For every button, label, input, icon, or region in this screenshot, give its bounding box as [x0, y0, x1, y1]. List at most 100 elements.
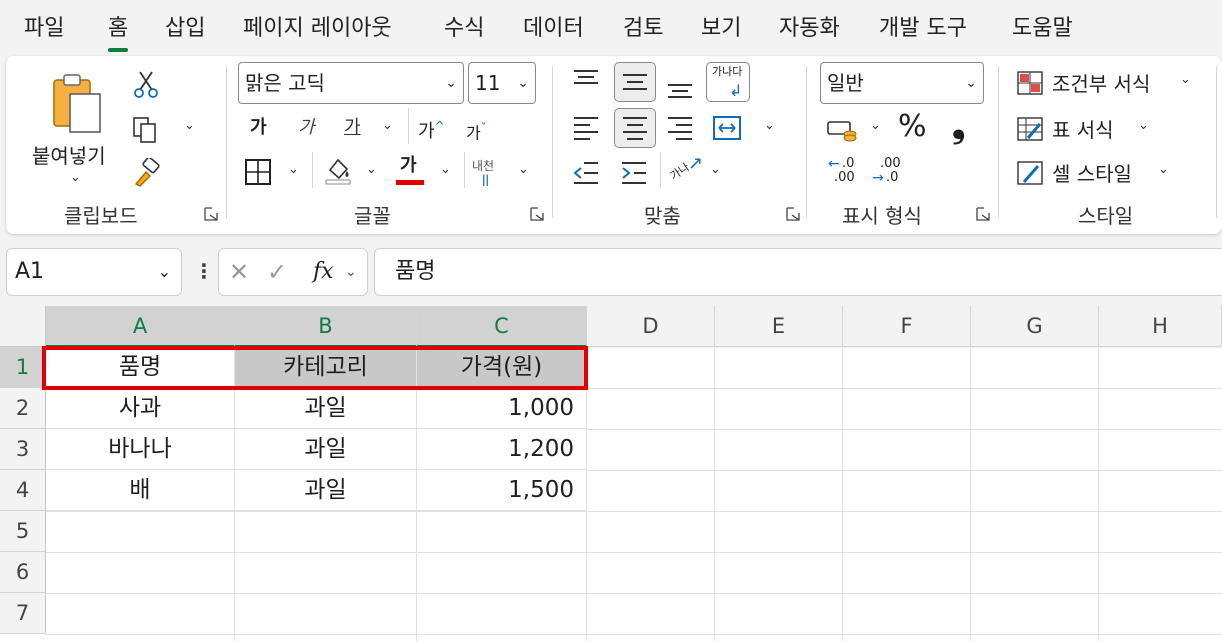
tab-view[interactable]: 보기 [701, 14, 741, 44]
accounting-format-icon[interactable] [826, 116, 858, 144]
paste-button[interactable]: 붙여넣기 ⌄ [30, 68, 124, 188]
font-name-select[interactable]: 맑은 고딕 ⌄ [238, 62, 464, 104]
merge-center-icon[interactable] [712, 114, 742, 142]
enter-icon[interactable]: ✓ [267, 249, 287, 295]
tab-page-layout[interactable]: 페이지 레이아웃 [243, 14, 392, 44]
cell-styles-button[interactable]: 셀 스타일 ⌄ [1016, 158, 1206, 188]
number-launcher-icon[interactable] [976, 207, 990, 221]
phonetic-chevron-icon[interactable]: ⌄ [518, 162, 529, 177]
row-header-1[interactable]: 1 [0, 347, 46, 388]
chevron-down-icon[interactable]: ⌄ [158, 249, 171, 295]
cell-c1[interactable]: 가격(원) [417, 347, 587, 388]
column-header-f[interactable]: F [843, 306, 971, 347]
borders-icon[interactable] [244, 158, 272, 186]
row-header-6[interactable]: 6 [0, 552, 46, 593]
chevron-down-icon[interactable]: ⌄ [345, 249, 357, 295]
underline-chevron-icon[interactable]: ⌄ [382, 118, 393, 133]
orientation-chevron-icon[interactable]: ⌄ [710, 162, 721, 177]
percent-button[interactable]: % [898, 110, 927, 144]
align-center-button[interactable] [614, 108, 656, 148]
formula-input[interactable]: 품명 [374, 248, 1222, 296]
select-all-corner[interactable] [0, 306, 46, 347]
accounting-chevron-icon[interactable]: ⌄ [870, 118, 881, 133]
copy-chevron-icon[interactable]: ⌄ [184, 118, 195, 133]
clipboard-launcher-icon[interactable] [204, 207, 218, 221]
conditional-formatting-button[interactable]: 조건부 서식 ⌄ [1016, 68, 1206, 98]
font-group-label: 글꼴 [354, 204, 391, 228]
insert-function-icon[interactable]: fx [313, 249, 334, 295]
font-color-chevron-icon[interactable]: ⌄ [440, 162, 451, 177]
wrap-text-button[interactable]: 가나다 ↲ [706, 62, 750, 102]
cell-b1[interactable]: 카테고리 [235, 347, 417, 388]
column-header-e[interactable]: E [715, 306, 843, 347]
tab-automate[interactable]: 자동화 [779, 14, 840, 44]
cell-c2[interactable]: 1,000 [417, 388, 587, 429]
increase-indent-icon[interactable] [620, 160, 648, 186]
cell-a2[interactable]: 사과 [46, 388, 235, 429]
decrease-decimal-button[interactable]: .00 → .0 [872, 156, 906, 190]
comma-button[interactable]: ❟ [952, 106, 965, 146]
cell-a1[interactable]: 품명 [46, 347, 235, 388]
font-size-select[interactable]: 11 ⌄ [468, 62, 536, 104]
chevron-down-icon[interactable]: ⌄ [70, 170, 81, 185]
column-header-b[interactable]: B [235, 306, 417, 347]
tab-home[interactable]: 홈 [108, 14, 129, 52]
shrink-font-button[interactable]: 가ˇ [466, 116, 487, 145]
font-name-value: 맑은 고딕 [245, 71, 325, 95]
number-format-select[interactable]: 일반 ⌄ [820, 62, 984, 104]
align-middle-button[interactable] [614, 62, 656, 102]
conditional-formatting-label: 조건부 서식 [1052, 72, 1151, 96]
align-top-icon[interactable] [572, 68, 600, 92]
tab-data[interactable]: 데이터 [523, 14, 584, 44]
font-color-button[interactable]: 가 [400, 154, 417, 178]
cell-b4[interactable]: 과일 [235, 470, 417, 511]
grow-font-button[interactable]: 가^ [418, 114, 445, 144]
increase-decimal-button[interactable]: ← .0 .00 [828, 156, 858, 190]
copy-icon[interactable] [132, 116, 158, 144]
format-painter-icon[interactable] [132, 158, 162, 188]
cell-a3[interactable]: 바나나 [46, 429, 235, 470]
underline-button[interactable]: 가 [344, 116, 361, 140]
align-left-icon[interactable] [572, 114, 600, 142]
cell-a4[interactable]: 배 [46, 470, 235, 511]
column-header-d[interactable]: D [587, 306, 715, 347]
tab-insert[interactable]: 삽입 [165, 14, 205, 44]
row-header-5[interactable]: 5 [0, 511, 46, 552]
ribbon: 붙여넣기 ⌄ ⌄ 클립보드 맑은 고딕 ⌄ 11 ⌄ 가 가 가 ⌄ 가^ 가ˇ… [6, 56, 1222, 234]
alignment-launcher-icon[interactable] [786, 207, 800, 221]
row-header-7[interactable]: 7 [0, 593, 46, 634]
tab-formulas[interactable]: 수식 [444, 14, 484, 44]
font-launcher-icon[interactable] [530, 207, 544, 221]
italic-button[interactable]: 가 [298, 116, 315, 140]
worksheet-grid: A B C D E F G H 1 2 3 4 5 6 7 품명 카테고리 가격… [0, 306, 1222, 641]
decrease-indent-icon[interactable] [572, 160, 600, 186]
name-box[interactable]: A1 ⌄ [6, 248, 182, 296]
column-header-c[interactable]: C [417, 306, 587, 347]
cell-c3[interactable]: 1,200 [417, 429, 587, 470]
align-middle-icon [623, 74, 647, 90]
row-header-4[interactable]: 4 [0, 470, 46, 511]
merge-chevron-icon[interactable]: ⌄ [764, 118, 775, 133]
more-options-icon[interactable]: ⋮ [194, 256, 214, 286]
row-header-2[interactable]: 2 [0, 388, 46, 429]
align-right-icon[interactable] [666, 114, 694, 142]
tab-file[interactable]: 파일 [24, 14, 64, 44]
cancel-icon[interactable]: ✕ [229, 249, 249, 295]
column-header-h[interactable]: H [1099, 306, 1222, 347]
tab-developer[interactable]: 개발 도구 [879, 14, 967, 44]
column-header-g[interactable]: G [971, 306, 1099, 347]
fill-color-icon[interactable] [322, 154, 354, 186]
align-bottom-icon[interactable] [666, 76, 694, 100]
column-header-a[interactable]: A [46, 306, 235, 347]
bold-button[interactable]: 가 [250, 116, 267, 140]
borders-chevron-icon[interactable]: ⌄ [288, 162, 299, 177]
cell-c4[interactable]: 1,500 [417, 470, 587, 511]
tab-help[interactable]: 도움말 [1012, 14, 1073, 44]
cell-b2[interactable]: 과일 [235, 388, 417, 429]
fill-color-chevron-icon[interactable]: ⌄ [366, 162, 377, 177]
row-header-3[interactable]: 3 [0, 429, 46, 470]
tab-review[interactable]: 검토 [623, 14, 663, 44]
cut-icon[interactable] [134, 70, 158, 98]
format-as-table-button[interactable]: 표 서식 ⌄ [1016, 114, 1206, 144]
cell-b3[interactable]: 과일 [235, 429, 417, 470]
